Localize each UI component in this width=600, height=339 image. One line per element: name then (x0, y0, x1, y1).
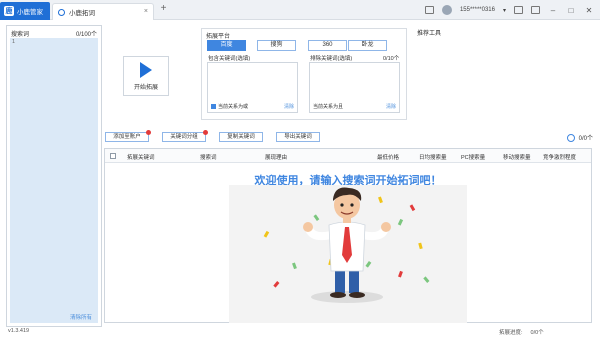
platform-sogou-button[interactable]: 搜狗 (257, 40, 296, 51)
minimize-button[interactable]: – (548, 6, 558, 15)
account-dropdown-icon[interactable]: ▾ (503, 7, 506, 14)
avatar[interactable] (441, 5, 452, 15)
app-name: 小鹿管家 (17, 9, 43, 16)
search-words-input[interactable]: 1 清除所有 (10, 38, 98, 323)
maximize-button[interactable]: □ (566, 6, 576, 15)
include-clear-link[interactable]: 清除 (284, 103, 294, 110)
results-count-area: 0/0个 (566, 133, 593, 142)
close-button[interactable]: ✕ (584, 6, 594, 15)
businessman-illustration (263, 187, 430, 303)
expansion-progress: 拓展进度: 0/0个 (499, 328, 544, 336)
column-header[interactable]: 最低价格 (377, 153, 399, 161)
title-bar: 鹿 小鹿管家 小鹿拓词 × + 155*****0316 ▾ – □ ✕ (0, 0, 600, 20)
column-header[interactable]: 拓展关键词 (127, 153, 155, 161)
include-keywords-input[interactable]: 当前关系为或 清除 (207, 62, 298, 113)
app-tab[interactable]: 鹿 小鹿管家 (0, 2, 50, 20)
exclude-relation-option[interactable]: 当前关系为且 (313, 103, 343, 110)
exclude-clear-link[interactable]: 清除 (386, 103, 396, 110)
exclude-keywords-label: 排除关键词(选填) (310, 56, 353, 62)
add-to-account-button[interactable]: 添加至账户 (105, 130, 151, 142)
notification-dot (203, 130, 208, 135)
platform-baidu-button[interactable]: 百度 (207, 40, 246, 51)
tab-globe-icon (58, 8, 65, 16)
keyword-group-button[interactable]: 关键词分组 (162, 130, 208, 142)
results-count: 0/0个 (578, 136, 593, 142)
tab-title: 小鹿拓词 (69, 10, 95, 17)
column-header[interactable]: 日均搜索量 (419, 153, 447, 161)
progress-value: 0/0个 (530, 330, 544, 336)
column-header[interactable]: 搜索词 (200, 153, 217, 161)
include-relation-label: 当前关系为或 (218, 104, 249, 110)
add-to-account-label: 添加至账户 (113, 134, 141, 140)
app-version: v1.3.419 (8, 328, 30, 334)
progress-label: 拓展进度: (499, 330, 523, 336)
table-header: 拓展关键词 搜索词 展现理由 最低价格 日均搜索量 PC搜索量 移动搜索量 竞争… (105, 149, 591, 163)
tab-keyword-expansion[interactable]: 小鹿拓词 × (52, 3, 154, 20)
clear-all-link[interactable]: 清除所有 (70, 313, 92, 321)
select-all-checkbox[interactable] (110, 153, 116, 159)
platform-wolong-button[interactable]: 卧龙 (348, 40, 387, 51)
line-number: 1 (12, 39, 16, 45)
include-keywords-label: 包含关键词(选填) (208, 56, 251, 62)
menu-icon[interactable] (531, 6, 540, 14)
gear-icon[interactable] (566, 133, 575, 142)
search-words-count: 0/100个 (75, 32, 97, 38)
search-words-panel: 搜索词 0/100个 1 清除所有 (6, 25, 102, 327)
include-relation-option[interactable]: 当前关系为或 (211, 103, 248, 110)
search-words-title: 搜索词 (11, 32, 30, 38)
platform-360-button[interactable]: 360 (308, 40, 347, 51)
start-expansion-button[interactable]: 开始拓展 (123, 56, 169, 96)
include-relation-checkbox[interactable] (211, 104, 216, 109)
exclude-keywords-count: 0/10个 (383, 56, 400, 62)
user-account[interactable]: 155*****0316 (460, 7, 495, 13)
vip-crown-icon[interactable] (514, 6, 523, 14)
copy-keywords-button[interactable]: 复制关键词 (219, 132, 263, 142)
title-right-area: 155*****0316 ▾ – □ ✕ (424, 0, 600, 20)
play-icon (140, 61, 152, 78)
start-expansion-label: 开始拓展 (133, 84, 158, 91)
column-header[interactable]: PC搜索量 (461, 153, 485, 161)
column-header[interactable]: 展现理由 (265, 153, 287, 161)
recommended-tools-title: 推荐工具 (417, 31, 442, 37)
new-tab-button[interactable]: + (158, 4, 169, 15)
welcome-illustration (229, 185, 467, 323)
export-keywords-button[interactable]: 导出关键词 (276, 132, 320, 142)
exclude-keywords-input[interactable]: 当前关系为且 清除 (309, 62, 400, 113)
exclude-relation-label: 当前关系为且 (313, 104, 344, 110)
platform-title: 拓展平台 (206, 34, 231, 40)
column-header[interactable]: 移动搜索量 (503, 153, 531, 161)
notification-dot (146, 130, 151, 135)
deer-logo-icon: 鹿 (4, 6, 14, 16)
messages-icon[interactable] (424, 6, 434, 14)
tab-close-icon[interactable]: × (144, 8, 148, 15)
keyword-group-label: 关键词分组 (170, 134, 198, 140)
platform-panel: 拓展平台 百度 搜狗 360 卧龙 包含关键词(选填) 当前关系为或 清除 排除… (201, 28, 407, 120)
column-header[interactable]: 竞争激烈程度 (543, 153, 576, 161)
